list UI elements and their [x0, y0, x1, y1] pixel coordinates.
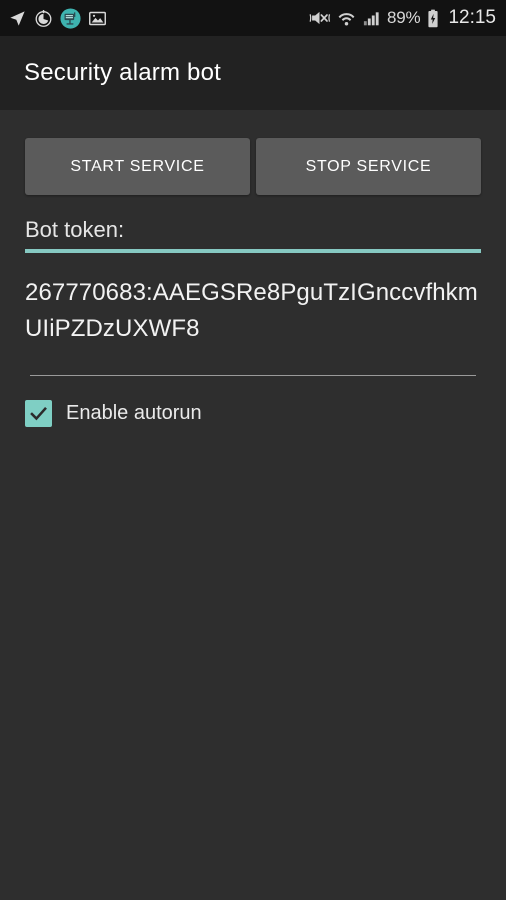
status-bar-left-icons: [8, 7, 107, 29]
start-service-button[interactable]: START SERVICE: [25, 138, 250, 195]
bot-token-value[interactable]: 267770683:AAEGSRe8PguTzIGnccvfhkmUIiPZDz…: [25, 275, 481, 347]
page-title: Security alarm bot: [24, 59, 222, 86]
mute-vibrate-icon: [309, 8, 331, 28]
enable-autorun-checkbox[interactable]: [25, 400, 52, 427]
bot-token-label: Bot token:: [25, 217, 125, 242]
section-divider: [30, 375, 476, 376]
alarm-icon: [34, 9, 53, 28]
location-icon: [8, 9, 27, 28]
service-button-row: START SERVICE STOP SERVICE: [25, 110, 481, 195]
battery-charging-icon: [426, 9, 440, 28]
enable-autorun-label: Enable autorun: [66, 402, 202, 424]
status-bar-clock: 12:15: [448, 7, 496, 28]
app-notification-icon: [60, 7, 81, 29]
bot-token-underline: [25, 249, 481, 253]
checkmark-icon: [30, 406, 47, 421]
status-bar: 89% 12:15: [0, 0, 506, 36]
enable-autorun-row[interactable]: Enable autorun: [25, 400, 481, 427]
bot-token-field[interactable]: Bot token:: [25, 217, 481, 253]
image-icon: [88, 9, 107, 28]
main-content: START SERVICE STOP SERVICE Bot token: 26…: [0, 110, 506, 900]
stop-service-button[interactable]: STOP SERVICE: [256, 138, 481, 195]
cellular-signal-icon: [362, 9, 381, 28]
battery-percent-label: 89%: [387, 8, 421, 27]
wifi-icon: [337, 9, 356, 28]
app-bar: Security alarm bot: [0, 36, 506, 110]
status-bar-right-icons: 89% 12:15: [309, 7, 496, 29]
